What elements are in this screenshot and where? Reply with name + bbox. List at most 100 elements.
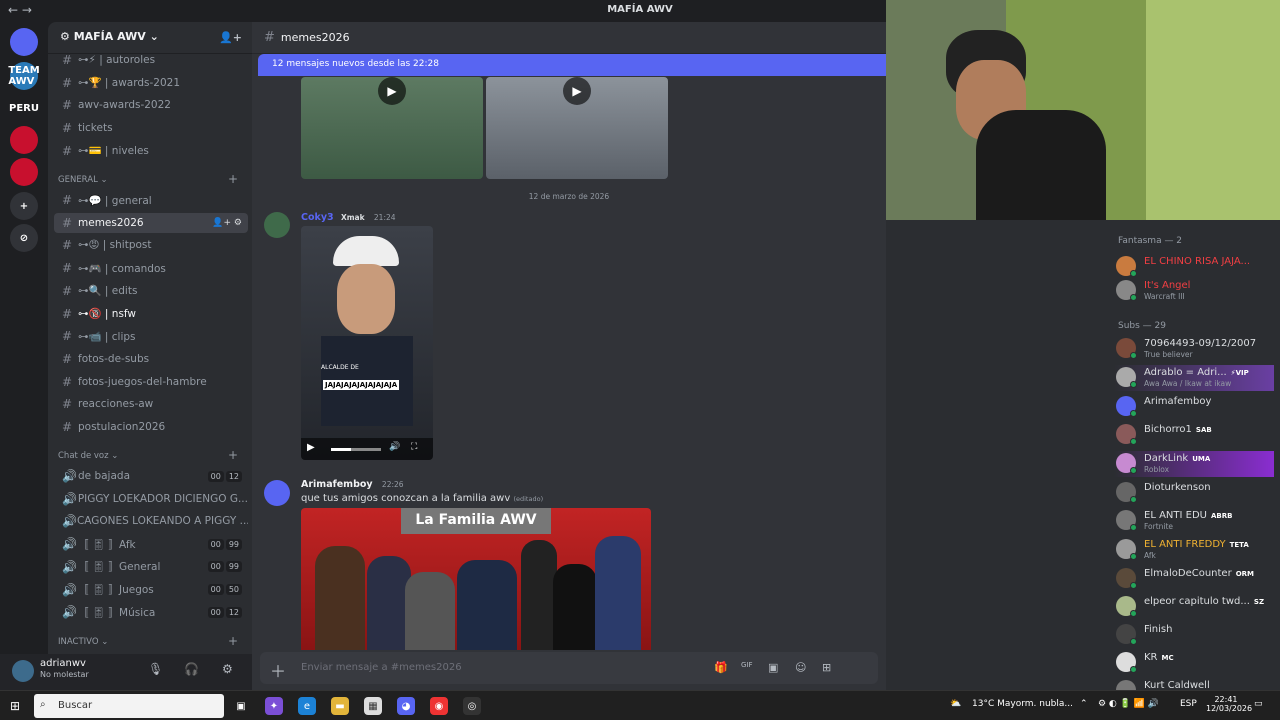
gif-icon[interactable]: GIF (741, 661, 753, 669)
message-author[interactable]: Arimafemboy 22:26 (301, 479, 404, 490)
notification-icon[interactable]: ▭ (1254, 699, 1263, 709)
apps-icon[interactable]: ⊞ (822, 661, 831, 674)
tray-chevron-icon[interactable]: ⌃ (1080, 699, 1088, 709)
channel-item[interactable]: # memes2026 👤+ ⚙ (54, 212, 248, 233)
weather-text[interactable]: 13°C Mayorm. nubla... (972, 699, 1073, 709)
channel-item[interactable]: # reacciones-aw (54, 394, 248, 414)
settings-icon[interactable]: ⚙ (222, 662, 233, 676)
channel-item[interactable]: # tickets (54, 118, 248, 138)
member-item[interactable]: Dioturkenson (1114, 480, 1274, 506)
taskbar-search[interactable]: ⌕ Buscar (34, 694, 224, 718)
avatar[interactable] (264, 480, 290, 506)
server-icon[interactable]: PERU (9, 94, 39, 122)
volume-icon[interactable]: 🔊 (389, 442, 400, 452)
language-indicator[interactable]: ESP (1180, 699, 1197, 709)
channel-item[interactable]: # awv-awards-2022 (54, 95, 248, 115)
task-view-icon[interactable]: ▣ (232, 697, 250, 715)
channel-item[interactable]: # ⊶💳 | niveles (54, 141, 248, 161)
member-item[interactable]: It's Angel Warcraft III (1114, 278, 1274, 304)
add-channel-icon[interactable]: + (228, 448, 238, 462)
channel-item[interactable]: # ⊶⚡ | autoroles (54, 50, 248, 70)
member-item[interactable]: elpeor capitulo twd... SZ (1114, 594, 1274, 620)
video-thumbnail[interactable]: ▶ (301, 77, 483, 179)
voice-channel-item[interactable]: 🔊 〚 🎚 〛Juegos 00 50 (54, 580, 248, 600)
explore-icon[interactable]: ⊘ (10, 224, 38, 252)
play-icon[interactable]: ▶ (563, 77, 591, 105)
discord-icon[interactable]: ◕ (397, 697, 415, 715)
member-item[interactable]: DarkLink UMA Roblox (1114, 451, 1274, 477)
avatar[interactable] (264, 212, 290, 238)
gift-icon[interactable]: 🎁 (714, 661, 728, 674)
calendar-icon[interactable]: ▦ (364, 697, 382, 715)
member-item[interactable]: Adrablo = Adri... ⚡VIP Awa Awa / Ikaw at i… (1114, 365, 1274, 391)
discord-icon[interactable] (10, 28, 38, 56)
fullscreen-icon[interactable]: ⛶ (411, 442, 417, 452)
add-channel-icon[interactable]: + (228, 634, 238, 648)
server-icon[interactable] (10, 158, 38, 186)
file-explorer-icon[interactable]: ▬ (331, 697, 349, 715)
obs-icon[interactable]: ◎ (463, 697, 481, 715)
channel-item[interactable]: # ⊶🔍 | edits (54, 281, 248, 301)
member-item[interactable]: Arimafemboy (1114, 394, 1274, 420)
server-icon[interactable] (10, 126, 38, 154)
weather-icon[interactable]: ⛅ (950, 699, 961, 709)
message-composer[interactable]: ＋ Enviar mensaje a #memes2026 🎁 GIF ▣ ☺ … (260, 652, 878, 684)
voice-channel-item[interactable]: 🔊 CAGONES LOKEANDO A PIGGY ... (54, 511, 248, 531)
voice-channel-item[interactable]: 🔊 〚 🎚 〛Música 00 12 (54, 602, 248, 622)
message-author[interactable]: Coky3 Xmak 21:24 (301, 212, 396, 223)
invite-icon[interactable]: 👤+ (219, 31, 242, 44)
avatar[interactable] (12, 660, 34, 682)
member-item[interactable]: Bichorro1 SAB (1114, 422, 1274, 448)
voice-channel-item[interactable]: 🔊 de bajada 00 12 (54, 466, 248, 486)
add-attachment-icon[interactable]: ＋ (270, 658, 286, 682)
play-icon[interactable]: ▶ (378, 77, 406, 105)
member-item[interactable]: 70964493-09/12/2007 True believer (1114, 336, 1274, 362)
video-thumbnail[interactable]: ▶ (486, 77, 668, 179)
voice-channel-item[interactable]: 🔊 〚 🎚 〛General 00 99 (54, 557, 248, 577)
emoji-icon[interactable]: ☺ (795, 661, 806, 674)
category-voice[interactable]: Chat de voz ⌄ + (58, 448, 248, 462)
add-channel-icon[interactable]: + (228, 172, 238, 186)
windows-start-icon[interactable]: ⊞ (10, 699, 20, 713)
microphone-icon[interactable]: 🎙 (148, 662, 163, 676)
progress-bar[interactable] (331, 448, 381, 451)
category-inactive[interactable]: INACTIVO ⌄ + (58, 634, 248, 648)
channel-item[interactable]: # ⊶🔞 | nsfw (54, 304, 248, 324)
member-item[interactable]: EL ANTI EDU ABRB Fortnite (1114, 508, 1274, 534)
author-name[interactable]: Arimafemboy (301, 479, 373, 490)
channel-item[interactable]: # ⊶🏆 | awards-2021 (54, 73, 248, 93)
member-item[interactable]: Finish (1114, 622, 1274, 648)
channel-item[interactable]: # ⊶🎮 | comandos (54, 258, 248, 278)
channel-item[interactable]: # fotos-juegos-del-hambre (54, 372, 248, 392)
edge-icon[interactable]: e (298, 697, 316, 715)
play-icon[interactable]: ▶ (307, 442, 315, 453)
add-server-icon[interactable]: + (10, 192, 38, 220)
video-player[interactable]: ALCALDE DE JAJAJAJAJAJAJAJAJA ▶ 🔊 ⛶ (301, 226, 433, 460)
channel-item[interactable]: # ⊶😡 | shitpost (54, 235, 248, 255)
clock[interactable]: 22:41 12/03/2026 (1206, 695, 1252, 713)
member-name-row: 70964493-09/12/2007 (1144, 338, 1256, 349)
member-item[interactable]: EL CHINO RISA JAJA... (1114, 254, 1274, 280)
composer-placeholder[interactable]: Enviar mensaje a #memes2026 (301, 662, 462, 673)
channel-item[interactable]: # fotos-de-subs (54, 349, 248, 369)
channel-item[interactable]: # postulacion2026 (54, 417, 248, 437)
new-messages-bar[interactable]: 12 mensajes nuevos desde las 22:28 (258, 54, 892, 76)
tray-icons[interactable]: ⚙ ◐ 🔋 📶 🔊 (1098, 699, 1159, 709)
channel-settings-icon[interactable]: 👤+ ⚙ (212, 218, 242, 228)
headphones-icon[interactable]: 🎧 (184, 662, 199, 676)
member-item[interactable]: KR MC (1114, 650, 1274, 676)
server-icon[interactable]: TEAM AWV (8, 62, 40, 90)
category-general[interactable]: GENERAL ⌄ + (58, 172, 248, 186)
channel-item[interactable]: # ⊶📹 | clips (54, 326, 248, 346)
voice-channel-item[interactable]: 🔊 PIGGY LOEKADOR DICIENGO G... (54, 489, 248, 509)
sticker-icon[interactable]: ▣ (768, 661, 778, 674)
author-name[interactable]: Coky3 (301, 212, 334, 223)
chrome-icon[interactable]: ◉ (430, 697, 448, 715)
copilot-icon[interactable]: ✦ (265, 697, 283, 715)
voice-channel-item[interactable]: 🔊 〚 🎚 〛Afk 00 99 (54, 534, 248, 554)
channel-item[interactable]: # ⊶💬 | general (54, 190, 248, 210)
image-attachment[interactable]: La Familia AWV (301, 508, 651, 650)
member-item[interactable]: EL ANTI FREDDY TETA Afk (1114, 537, 1274, 563)
speaker-icon: 🔊 (62, 514, 77, 529)
member-item[interactable]: ElmaloDeCounter ORM (1114, 566, 1274, 592)
